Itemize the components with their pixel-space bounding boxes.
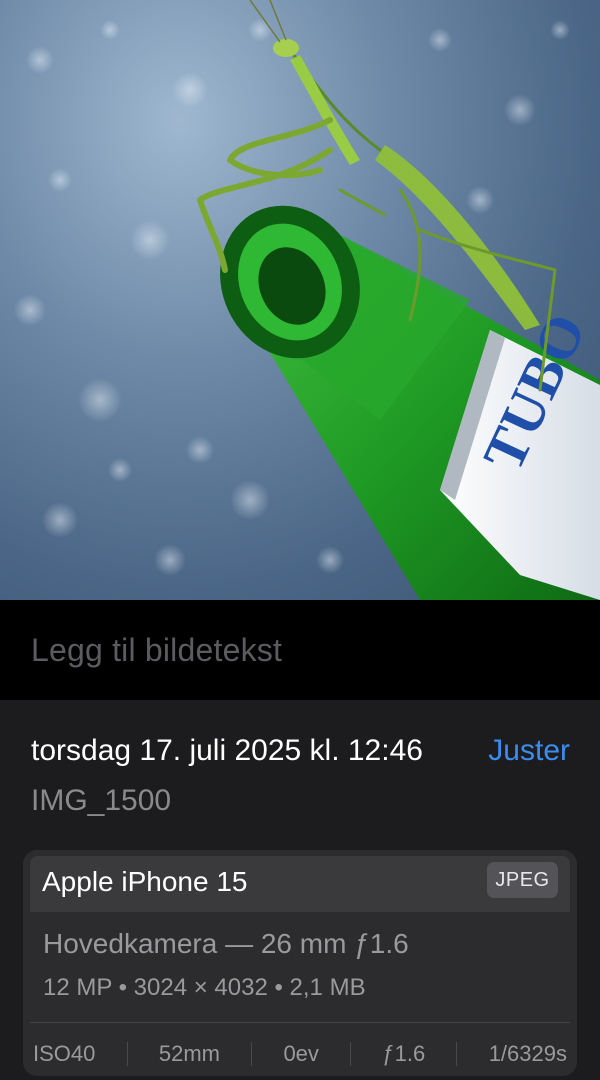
- photo-image[interactable]: TUBO: [0, 0, 600, 600]
- exif-exposure-bias: 0ev: [283, 1041, 319, 1066]
- device-name: Apple iPhone 15: [42, 866, 248, 897]
- exif-row: ISO40 52mm 0ev ƒ1.6 1/6329s: [30, 1036, 570, 1072]
- exif-iso: ISO40: [33, 1041, 96, 1066]
- exif-shutter-speed: 1/6329s: [488, 1041, 567, 1066]
- format-badge: JPEG: [487, 862, 558, 898]
- caption-input[interactable]: Legg til bildetekst: [31, 632, 282, 669]
- lens-info: Hovedkamera — 26 mm ƒ1.6: [43, 928, 409, 959]
- photo-date: torsdag 17. juli 2025 kl. 12:46: [31, 734, 423, 767]
- photo-filename: IMG_1500: [31, 784, 172, 817]
- card-divider: [30, 1022, 570, 1023]
- image-specs: 12 MP • 3024 × 4032 • 2,1 MB: [43, 974, 366, 1001]
- exif-separator: [456, 1042, 458, 1066]
- exif-aperture: ƒ1.6: [382, 1041, 426, 1066]
- exif-separator: [126, 1042, 128, 1066]
- exif-separator: [350, 1042, 352, 1066]
- exif-focal-length: 52mm: [158, 1041, 220, 1066]
- photo-info-screen: TUBO Legg til bildetekst torsdag 17. jul…: [0, 0, 600, 1080]
- exif-separator: [251, 1042, 253, 1066]
- photo-illustration: TUBO: [14, 0, 600, 600]
- adjust-button[interactable]: Juster: [488, 734, 570, 768]
